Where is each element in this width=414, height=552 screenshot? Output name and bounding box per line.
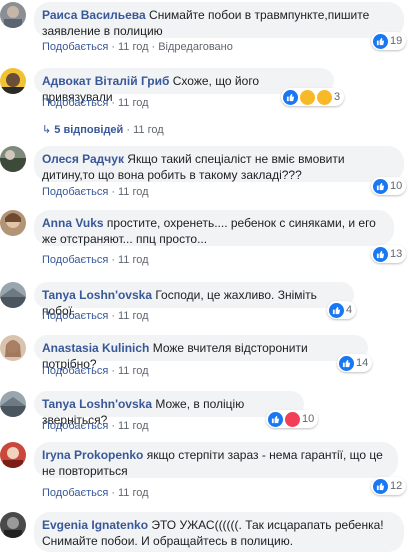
reaction-number: 13 xyxy=(390,248,403,260)
timestamp[interactable]: 11 год xyxy=(118,487,149,499)
like-icon xyxy=(373,33,388,49)
comment-bubble: Tanya Loshn'ovska Господи, це жахливо. З… xyxy=(34,282,354,318)
like-button[interactable]: Подобається xyxy=(42,186,108,198)
wow-icon xyxy=(300,89,315,105)
comment-meta: Подобається · 11 год xyxy=(42,420,149,432)
reaction-count[interactable]: 12 xyxy=(371,477,407,495)
timestamp[interactable]: 11 год xyxy=(118,97,149,109)
reaction-count[interactable]: 13 xyxy=(371,245,407,263)
comment-author[interactable]: Адвокат Віталій Гриб xyxy=(42,74,169,88)
love-icon xyxy=(285,411,300,427)
avatar[interactable] xyxy=(0,512,26,538)
avatar[interactable] xyxy=(0,442,26,468)
timestamp[interactable]: 11 год xyxy=(118,254,149,266)
comment-author[interactable]: Олеся Радчук xyxy=(42,152,124,166)
comment-meta: Подобається · 11 год xyxy=(42,97,149,109)
comment-bubble: Tanya Loshn'ovska Може, в поліцію зверні… xyxy=(34,391,304,427)
like-button[interactable]: Подобається xyxy=(42,254,108,266)
avatar[interactable] xyxy=(0,282,26,308)
like-button[interactable]: Подобається xyxy=(42,487,108,499)
comment-author[interactable]: Anna Vuks xyxy=(42,216,104,230)
timestamp[interactable]: 11 год xyxy=(118,365,149,377)
comment-bubble: Anastasia Kulinich Може вчителя відсторо… xyxy=(34,335,368,371)
like-button[interactable]: Подобається xyxy=(42,41,108,53)
comment-meta: Подобається · 11 год xyxy=(42,186,149,198)
like-icon xyxy=(268,411,283,427)
reply-arrow-icon: ↳ xyxy=(42,124,52,136)
reaction-count[interactable]: 14 xyxy=(337,354,373,372)
reaction-number: 10 xyxy=(390,180,403,192)
comment-author[interactable]: Tanya Loshn'ovska xyxy=(42,397,152,411)
like-icon xyxy=(373,178,388,194)
like-button[interactable]: Подобається xyxy=(42,420,108,432)
comment-meta: Подобається · 11 год xyxy=(42,254,149,266)
reaction-count[interactable]: 3 xyxy=(281,88,345,106)
timestamp[interactable]: 11 год xyxy=(118,186,149,198)
like-icon xyxy=(373,478,388,494)
timestamp[interactable]: 11 год xyxy=(118,310,149,322)
like-icon xyxy=(339,355,354,371)
comment-author[interactable]: Раиса Васильева xyxy=(42,8,146,22)
avatar[interactable] xyxy=(0,335,26,361)
sad-icon xyxy=(317,89,332,105)
avatar[interactable] xyxy=(0,391,26,417)
timestamp[interactable]: 11 год xyxy=(133,124,164,136)
reaction-count[interactable]: 4 xyxy=(327,301,357,319)
comment-author[interactable]: Evgenia Ignatenko xyxy=(42,518,148,532)
comment-meta: Подобається · 11 год xyxy=(42,487,149,499)
comment-bubble: Evgenia Ignatenko ЭТО УЖАС((((((. Так ис… xyxy=(34,512,404,552)
avatar[interactable] xyxy=(0,2,26,28)
comment-bubble: Раиса Васильева Снимайте побои в травмпу… xyxy=(34,2,404,38)
comment-meta: Подобається · 11 год xyxy=(42,365,149,377)
edited-label: Відредаговано xyxy=(158,41,233,53)
avatar[interactable] xyxy=(0,210,26,236)
reaction-count[interactable]: 10 xyxy=(266,410,319,428)
replies-count[interactable]: 5 відповідей xyxy=(54,124,123,136)
comment-author[interactable]: Tanya Loshn'ovska xyxy=(42,288,152,302)
comment-bubble: Iryna Prokopenko якщо стерпіти зараз - н… xyxy=(34,442,398,478)
timestamp[interactable]: 11 год xyxy=(118,420,149,432)
timestamp[interactable]: 11 год xyxy=(118,41,149,53)
comment-meta: Подобається · 11 год · Відредаговано xyxy=(42,41,233,53)
replies-link[interactable]: ↳ 5 відповідей · 11 год xyxy=(42,123,164,136)
comment-author[interactable]: Anastasia Kulinich xyxy=(42,341,149,355)
reaction-number: 10 xyxy=(302,413,315,425)
reaction-number: 4 xyxy=(346,304,353,316)
reaction-number: 14 xyxy=(356,357,369,369)
reaction-number: 3 xyxy=(334,91,341,103)
reaction-count[interactable]: 19 xyxy=(371,32,407,50)
like-button[interactable]: Подобається xyxy=(42,310,108,322)
avatar[interactable] xyxy=(0,68,26,94)
avatar[interactable] xyxy=(0,146,26,172)
reaction-number: 12 xyxy=(390,480,403,492)
like-icon xyxy=(283,89,298,105)
like-button[interactable]: Подобається xyxy=(42,365,108,377)
reaction-number: 19 xyxy=(390,35,403,47)
comment-author[interactable]: Iryna Prokopenko xyxy=(42,448,143,462)
comment-bubble: Олеся Радчук Якщо такий спеціаліст не вм… xyxy=(34,146,404,182)
like-button[interactable]: Подобається xyxy=(42,97,108,109)
reaction-count[interactable]: 10 xyxy=(371,177,407,195)
comment-bubble: Anna Vuks простите, охренеть.... ребенок… xyxy=(34,210,394,246)
comment-meta: Подобається · 11 год xyxy=(42,310,149,322)
like-icon xyxy=(373,246,388,262)
like-icon xyxy=(329,302,344,318)
